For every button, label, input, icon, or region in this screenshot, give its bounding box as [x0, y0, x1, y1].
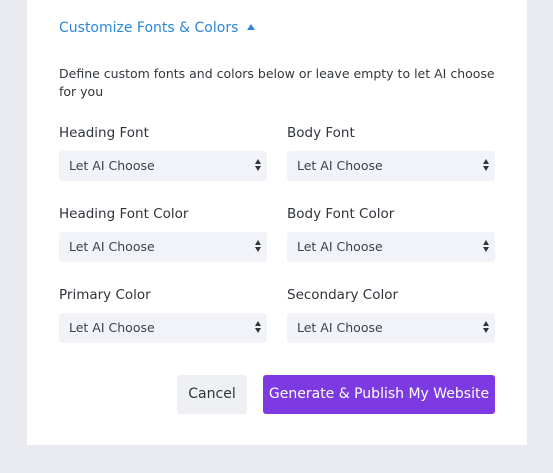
select-arrows-icon	[254, 159, 262, 173]
body-font-label: Body Font	[287, 125, 355, 141]
heading-font-color-label: Heading Font Color	[59, 206, 189, 222]
secondary-color-label: Secondary Color	[287, 287, 399, 303]
body-font-value: Let AI Choose	[297, 158, 383, 173]
heading-font-select[interactable]: Let AI Choose	[59, 151, 267, 181]
primary-color-select[interactable]: Let AI Choose	[59, 313, 267, 343]
select-arrows-icon	[254, 321, 262, 335]
toggle-label: Customize Fonts & Colors	[59, 20, 239, 36]
heading-font-value: Let AI Choose	[69, 158, 155, 173]
select-arrows-icon	[482, 240, 490, 254]
body-font-color-label: Body Font Color	[287, 206, 395, 222]
select-arrows-icon	[482, 321, 490, 335]
cancel-button[interactable]: Cancel	[177, 375, 247, 414]
secondary-color-select[interactable]: Let AI Choose	[287, 313, 495, 343]
body-font-color-value: Let AI Choose	[297, 239, 383, 254]
body-font-color-select[interactable]: Let AI Choose	[287, 232, 495, 262]
caret-up-icon	[247, 24, 256, 30]
body-font-select[interactable]: Let AI Choose	[287, 151, 495, 181]
primary-color-value: Let AI Choose	[69, 320, 155, 335]
customize-fonts-colors-toggle[interactable]: Customize Fonts & Colors	[59, 20, 256, 36]
heading-font-color-select[interactable]: Let AI Choose	[59, 232, 267, 262]
heading-font-color-value: Let AI Choose	[69, 239, 155, 254]
customize-description: Define custom fonts and colors below or …	[59, 66, 495, 99]
select-arrows-icon	[482, 159, 490, 173]
heading-font-label: Heading Font	[59, 125, 149, 141]
select-arrows-icon	[254, 240, 262, 254]
primary-color-label: Primary Color	[59, 287, 151, 303]
secondary-color-value: Let AI Choose	[297, 320, 383, 335]
generate-publish-button[interactable]: Generate & Publish My Website	[263, 375, 495, 414]
